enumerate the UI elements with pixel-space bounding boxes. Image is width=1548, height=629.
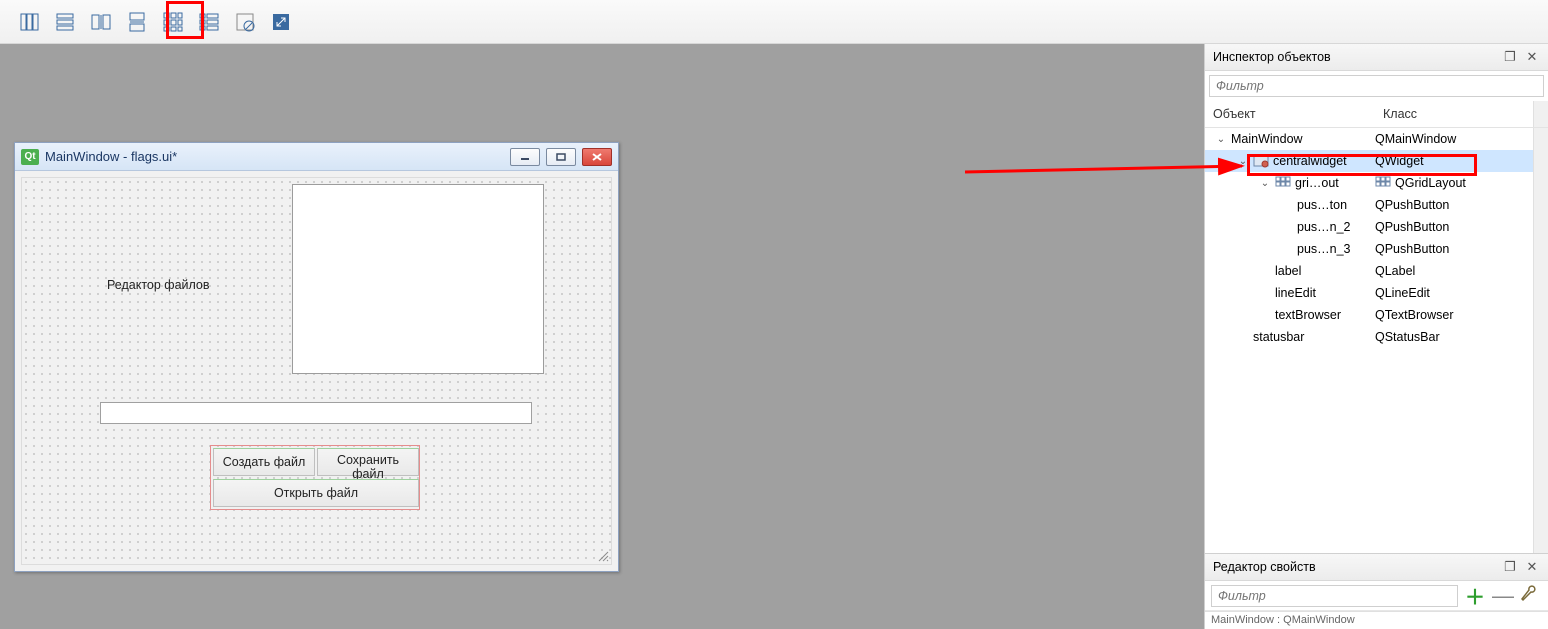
add-property-button[interactable]: ＋	[1464, 585, 1486, 607]
tree-spacer	[1281, 199, 1293, 211]
tree-object-name: textBrowser	[1275, 308, 1341, 322]
pushbutton-open[interactable]: Открыть файл	[213, 479, 419, 507]
tree-object-name: centralwidget	[1273, 154, 1347, 168]
window-titlebar[interactable]: Qt MainWindow - flags.ui*	[15, 143, 618, 171]
pushbutton-create[interactable]: Создать файл	[213, 448, 315, 476]
tree-class-name: QLineEdit	[1375, 286, 1430, 300]
window-title: MainWindow - flags.ui*	[45, 149, 177, 164]
layout-grid-icon[interactable]	[160, 9, 186, 35]
pushbutton-save[interactable]: Сохранить файл	[317, 448, 419, 476]
tree-row[interactable]: pus…n_3 QPushButton	[1205, 238, 1533, 260]
inspector-filter-input[interactable]	[1209, 75, 1544, 97]
tree-row[interactable]: lineEdit QLineEdit	[1205, 282, 1533, 304]
remove-property-button[interactable]: —	[1492, 585, 1514, 607]
tree-class-name: QPushButton	[1375, 242, 1449, 256]
grid-icon	[1375, 176, 1391, 190]
textbrowser-widget[interactable]	[292, 184, 544, 374]
lineedit-widget[interactable]	[100, 402, 532, 424]
object-inspector-panel: Инспектор объектов ❐ ✕ Объект Класс ⌄ Mai…	[1205, 44, 1548, 553]
tree-spacer	[1281, 221, 1293, 233]
tree-object-name: gri…out	[1295, 176, 1339, 190]
inspector-scrollbar[interactable]	[1533, 128, 1548, 553]
layout-toolbar	[0, 0, 1548, 44]
tree-object-name: statusbar	[1253, 330, 1304, 344]
tree-row[interactable]: ⌄ MainWindow QMainWindow	[1205, 128, 1533, 150]
chevron-down-icon[interactable]: ⌄	[1215, 133, 1227, 145]
maximize-button[interactable]	[546, 148, 576, 166]
scrollbar-placeholder	[1533, 101, 1548, 127]
tree-spacer	[1259, 309, 1271, 321]
layout-vertical-icon[interactable]	[16, 9, 42, 35]
inspector-header[interactable]: Объект Класс	[1205, 101, 1548, 128]
close-button[interactable]	[582, 148, 612, 166]
tree-row[interactable]: pus…ton QPushButton	[1205, 194, 1533, 216]
layout-splith-icon[interactable]	[88, 9, 114, 35]
dock-float-icon[interactable]: ❐	[1502, 559, 1518, 575]
props-status: MainWindow : QMainWindow	[1205, 611, 1548, 629]
tree-spacer	[1281, 243, 1293, 255]
tree-object-name: pus…n_3	[1297, 242, 1351, 256]
tree-row[interactable]: label QLabel	[1205, 260, 1533, 282]
dock-float-icon[interactable]: ❐	[1502, 49, 1518, 65]
configure-icon[interactable]	[1520, 585, 1542, 607]
designed-window[interactable]: Qt MainWindow - flags.ui* Редактор файло…	[14, 142, 619, 572]
tree-row[interactable]: ⌄ gri…out QGridLayout	[1205, 172, 1533, 194]
tree-class-name: QStatusBar	[1375, 330, 1440, 344]
minimize-button[interactable]	[510, 148, 540, 166]
chevron-down-icon[interactable]: ⌄	[1237, 155, 1249, 167]
grid-icon	[1275, 176, 1291, 190]
tree-row[interactable]: statusbar QStatusBar	[1205, 326, 1533, 348]
inspector-tree[interactable]: ⌄MainWindowQMainWindow⌄centralwidgetQWid…	[1205, 128, 1533, 553]
tree-class-name: QMainWindow	[1375, 132, 1456, 146]
inspector-title: Инспектор объектов	[1213, 50, 1331, 64]
layout-form-icon[interactable]	[196, 9, 222, 35]
inspector-col-object[interactable]: Объект	[1205, 101, 1375, 127]
layout-splitv-icon[interactable]	[124, 9, 150, 35]
form-body[interactable]: Редактор файлов Создать файл Сохранить ф…	[21, 177, 612, 565]
tree-class-name: QLabel	[1375, 264, 1415, 278]
qt-icon: Qt	[21, 149, 39, 165]
inspector-col-class[interactable]: Класс	[1375, 101, 1533, 127]
property-editor-panel: Редактор свойств ❐ ✕ ＋ — MainWindow : QM…	[1205, 553, 1548, 629]
break-layout-icon[interactable]	[232, 9, 258, 35]
chevron-down-icon[interactable]: ⌄	[1259, 177, 1271, 189]
tree-object-name: MainWindow	[1231, 132, 1303, 146]
label-widget[interactable]: Редактор файлов	[107, 278, 210, 292]
tree-class-name: QPushButton	[1375, 198, 1449, 212]
tree-row[interactable]: ⌄ centralwidget QWidget	[1205, 150, 1533, 172]
dock-close-icon[interactable]: ✕	[1524, 49, 1540, 65]
layout-horizontal-icon[interactable]	[52, 9, 78, 35]
tree-object-name: pus…n_2	[1297, 220, 1351, 234]
right-dock: Инспектор объектов ❐ ✕ Объект Класс ⌄ Mai…	[1204, 44, 1548, 629]
tree-spacer	[1237, 331, 1249, 343]
tree-class-name: QPushButton	[1375, 220, 1449, 234]
tree-row[interactable]: textBrowser QTextBrowser	[1205, 304, 1533, 326]
tree-class-name: QGridLayout	[1395, 176, 1466, 190]
dock-close-icon[interactable]: ✕	[1524, 559, 1540, 575]
adjust-size-icon[interactable]	[268, 9, 294, 35]
sizegrip-icon[interactable]	[595, 548, 609, 562]
tree-object-name: lineEdit	[1275, 286, 1316, 300]
inspector-titlebar[interactable]: Инспектор объектов ❐ ✕	[1205, 44, 1548, 71]
tree-class-name: QWidget	[1375, 154, 1424, 168]
tree-row[interactable]: pus…n_2 QPushButton	[1205, 216, 1533, 238]
design-canvas[interactable]: Qt MainWindow - flags.ui* Редактор файло…	[0, 44, 1204, 629]
tree-object-name: label	[1275, 264, 1301, 278]
props-toolbar: ＋ —	[1205, 581, 1548, 611]
props-titlebar[interactable]: Редактор свойств ❐ ✕	[1205, 554, 1548, 581]
widget-icon	[1253, 154, 1269, 168]
gridlayout-outline[interactable]: Создать файл Сохранить файл Открыть файл	[210, 445, 420, 510]
tree-class-name: QTextBrowser	[1375, 308, 1454, 322]
props-title: Редактор свойств	[1213, 560, 1316, 574]
props-filter-input[interactable]	[1211, 585, 1458, 607]
tree-object-name: pus…ton	[1297, 198, 1347, 212]
tree-spacer	[1259, 265, 1271, 277]
tree-spacer	[1259, 287, 1271, 299]
